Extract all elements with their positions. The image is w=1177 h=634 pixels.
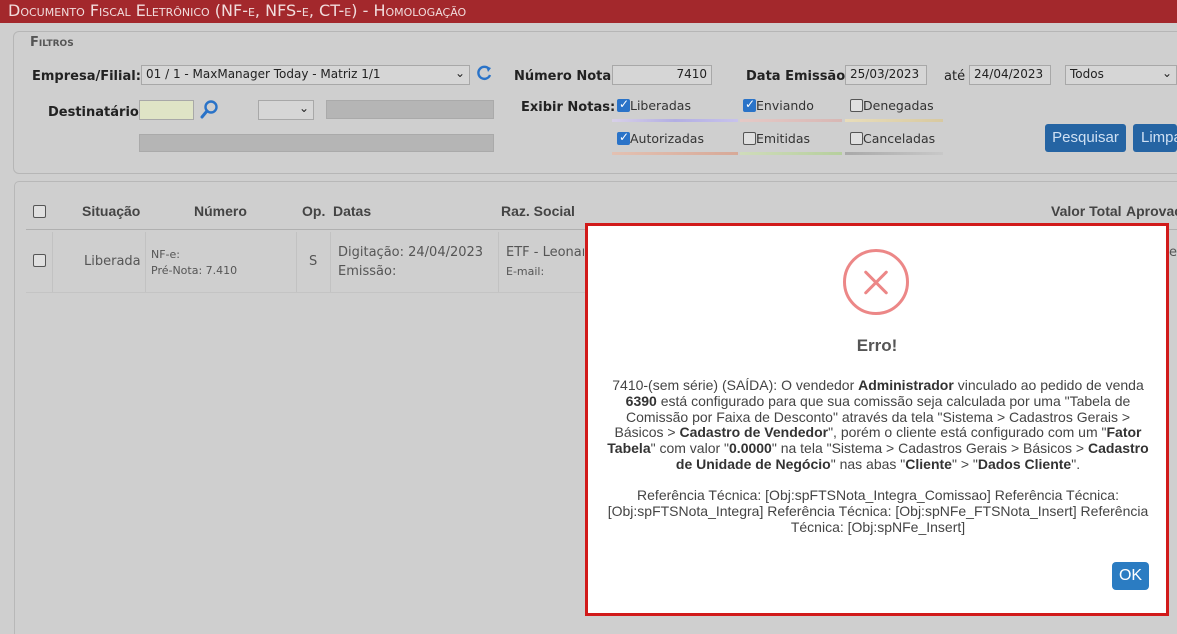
row-razao-social: ETF - Leonardo: [506, 245, 584, 260]
column-divider: [52, 232, 53, 292]
refresh-icon[interactable]: [475, 63, 493, 83]
liberadas-color-bar: [612, 119, 738, 122]
message-text: ".: [1071, 455, 1081, 472]
checkbox-label: Canceladas: [863, 131, 936, 146]
message-text: " na tela "Sistema > Cadastros Gerais > …: [771, 440, 1088, 457]
checkbox-denegadas[interactable]: Denegadas: [850, 98, 934, 113]
checkbox-box[interactable]: [617, 130, 630, 145]
message-text: " nas abas ": [830, 455, 906, 472]
message-bold: Cliente: [905, 455, 952, 472]
data-inicio-input[interactable]: 25/03/2023: [845, 65, 927, 85]
dialog-message: 7410-(sem série) (SAÍDA): O vendedor Adm…: [602, 377, 1154, 473]
dialog-reference: Referência Técnica: [Obj:spFTSNota_Integ…: [607, 487, 1149, 535]
empresa-select-value: 01 / 1 - MaxManager Today - Matriz 1/1: [146, 67, 381, 81]
destinatario-code-input[interactable]: [139, 100, 194, 120]
col-razao-social[interactable]: Raz. Social: [501, 203, 575, 219]
destinatario-name-field: [326, 100, 494, 119]
checkbox-label: Emitidas: [756, 131, 811, 146]
row-emissao: Emissão:: [338, 264, 397, 279]
empresa-label: Empresa/Filial:: [32, 69, 141, 84]
checkbox-emitidas[interactable]: Emitidas: [743, 131, 810, 146]
col-numero[interactable]: Número: [194, 203, 247, 219]
row-digitacao: Digitação: 24/04/2023: [338, 245, 484, 260]
data-fim-input[interactable]: 24/04/2023: [969, 65, 1051, 85]
empresa-select[interactable]: 01 / 1 - MaxManager Today - Matriz 1/1 ⌄: [141, 65, 470, 85]
column-divider: [498, 232, 499, 292]
checkbox-label: Enviando: [756, 98, 814, 113]
canceladas-color-bar: [845, 152, 943, 155]
denegadas-color-bar: [845, 119, 943, 122]
ok-button[interactable]: OK: [1112, 562, 1149, 590]
status-select[interactable]: Todos ⌄: [1065, 65, 1177, 85]
checkbox-box[interactable]: [850, 99, 863, 112]
checkbox-box[interactable]: [743, 97, 756, 112]
checkbox-label: Denegadas: [863, 98, 934, 113]
chevron-down-icon: ⌄: [454, 66, 465, 80]
row-situacao: Liberada: [84, 254, 141, 269]
chevron-down-icon: ⌄: [298, 101, 309, 115]
pesquisar-button[interactable]: Pesquisar: [1045, 124, 1126, 152]
checkbox-box[interactable]: [743, 132, 756, 145]
select-all-checkbox[interactable]: [33, 205, 46, 218]
emitidas-color-bar: [740, 152, 842, 155]
window-title: Documento Fiscal Eletrônico (NF-e, NFS-e…: [0, 0, 1177, 23]
message-bold: Dados Cliente: [977, 455, 1072, 472]
numero-nota-label: Número Nota:: [514, 69, 617, 84]
checkbox-label: Autorizadas: [630, 131, 704, 146]
message-text: vinculado ao pedido de venda: [953, 377, 1144, 393]
row-checkbox[interactable]: [33, 254, 46, 267]
message-bold: Administrador: [858, 377, 954, 393]
message-text: 7410-(sem série) (SAÍDA): O vendedor: [612, 377, 859, 393]
dialog-title: Erro!: [856, 336, 898, 355]
checkbox-autorizadas[interactable]: Autorizadas: [617, 130, 704, 146]
row-op: S: [309, 254, 318, 269]
column-divider: [296, 232, 297, 292]
limpar-button[interactable]: Limpar: [1133, 124, 1177, 152]
row-divider: [26, 292, 586, 293]
col-datas[interactable]: Datas: [333, 203, 371, 219]
destinatario-label: Destinatário:: [48, 105, 145, 120]
error-dialog: Erro! 7410-(sem série) (SAÍDA): O vended…: [585, 223, 1169, 616]
destinatario-address-field: [139, 134, 494, 152]
checkbox-box[interactable]: [617, 97, 630, 112]
col-valor-total[interactable]: Valor Total: [1051, 203, 1122, 219]
message-text: ", porém o cliente está configurado com …: [828, 424, 1107, 441]
message-text: " com valor ": [650, 440, 730, 457]
col-aprovacao[interactable]: Aprovação: [1126, 203, 1177, 219]
message-bold: Cadastro de Vendedor: [679, 424, 829, 441]
data-emissao-label: Data Emissão:: [746, 69, 851, 84]
numero-nota-input[interactable]: 7410: [612, 65, 712, 85]
autorizadas-color-bar: [612, 152, 738, 155]
checkbox-box[interactable]: [850, 132, 863, 145]
col-situacao[interactable]: Situação: [82, 203, 140, 219]
checkbox-canceladas[interactable]: Canceladas: [850, 131, 935, 146]
search-icon[interactable]: [200, 99, 220, 119]
row-email: E-mail:: [506, 265, 545, 278]
exibir-notas-label: Exibir Notas:: [521, 100, 616, 115]
status-select-value: Todos: [1070, 67, 1104, 81]
column-divider: [145, 232, 146, 292]
checkbox-liberadas[interactable]: Liberadas: [617, 97, 691, 113]
message-bold: 6390: [625, 392, 657, 409]
enviando-color-bar: [740, 119, 842, 122]
chevron-down-icon: ⌄: [1161, 66, 1172, 80]
column-divider: [330, 232, 331, 292]
message-bold: 0.0000: [729, 440, 772, 457]
col-op[interactable]: Op.: [302, 203, 325, 219]
row-numero-prenota: Pré-Nota: 7.410: [151, 264, 238, 277]
filters-legend: Filtros: [30, 35, 74, 50]
checkbox-label: Liberadas: [630, 98, 691, 113]
destinatario-type-select[interactable]: ⌄: [258, 100, 314, 120]
ate-label: até: [944, 69, 966, 84]
error-x-icon: [843, 249, 909, 315]
row-numero-type: NF-e:: [151, 248, 180, 261]
row-aprovacao: e: [1169, 245, 1177, 260]
message-text: " > ": [951, 455, 978, 472]
checkbox-enviando[interactable]: Enviando: [743, 97, 814, 113]
